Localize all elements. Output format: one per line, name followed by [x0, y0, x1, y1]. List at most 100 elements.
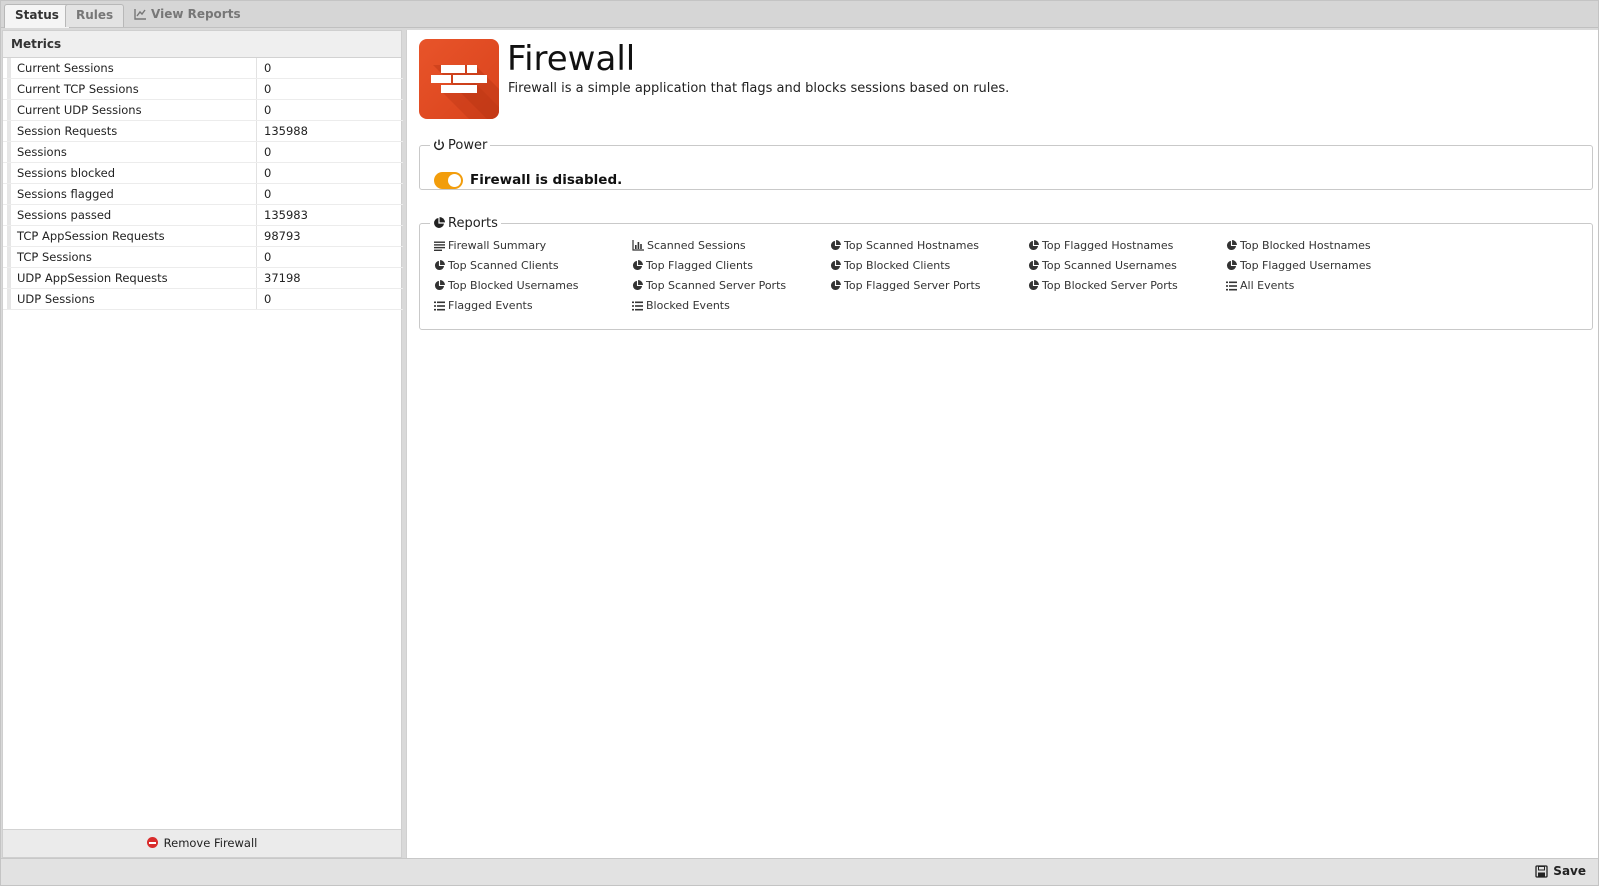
- list-icon: [632, 299, 646, 312]
- report-link[interactable]: Top Blocked Server Ports: [1028, 279, 1178, 292]
- pie-chart-icon: [1028, 279, 1042, 292]
- report-link[interactable]: Top Blocked Usernames: [434, 279, 578, 292]
- report-link-label: Top Flagged Clients: [646, 259, 753, 272]
- report-link[interactable]: Firewall Summary: [434, 239, 546, 252]
- pie-chart-icon: [434, 279, 448, 292]
- remove-firewall-button[interactable]: Remove Firewall: [3, 829, 401, 857]
- pie-chart-icon: [433, 216, 448, 231]
- line-chart-icon: [134, 7, 151, 21]
- report-link[interactable]: Top Scanned Hostnames: [830, 239, 979, 252]
- firewall-brick-icon: [419, 39, 499, 119]
- metric-name: Current UDP Sessions: [7, 100, 257, 120]
- metric-value: 0: [264, 187, 272, 201]
- metrics-row: TCP AppSession Requests 98793: [3, 226, 403, 247]
- report-link[interactable]: Top Flagged Usernames: [1226, 259, 1371, 272]
- remove-firewall-label: Remove Firewall: [163, 836, 258, 850]
- metric-value: 0: [264, 292, 272, 306]
- metric-value: 0: [264, 145, 272, 159]
- bar-chart-icon: [632, 239, 647, 252]
- pie-chart-icon: [1226, 239, 1240, 252]
- metrics-panel: Metrics Current Sessions 0 Current TCP Ses…: [2, 30, 403, 858]
- metric-value: 135983: [264, 208, 308, 222]
- pie-chart-icon: [830, 279, 844, 292]
- metric-value: 98793: [264, 229, 301, 243]
- report-link[interactable]: Top Flagged Server Ports: [830, 279, 981, 292]
- power-status-text: Firewall is disabled.: [470, 172, 623, 188]
- power-toggle[interactable]: [434, 172, 463, 189]
- report-link-label: Flagged Events: [448, 299, 533, 312]
- report-link-label: Top Scanned Hostnames: [844, 239, 979, 252]
- metric-name: Sessions: [7, 142, 257, 162]
- metrics-table: Current Sessions 0 Current TCP Sessions 0 Cu…: [3, 58, 403, 310]
- metrics-row: Current TCP Sessions 0: [3, 79, 403, 100]
- metric-value: 37198: [264, 271, 301, 285]
- report-link-label: Top Flagged Usernames: [1240, 259, 1372, 272]
- remove-icon: [146, 837, 158, 848]
- report-link[interactable]: Scanned Sessions: [632, 239, 746, 252]
- app-window: Status Rules View Reports Metrics Curren…: [0, 0, 1599, 886]
- reports-legend: Reports: [430, 216, 501, 231]
- list-icon: [1226, 279, 1240, 292]
- save-button[interactable]: Save: [1535, 864, 1586, 878]
- metrics-row: Sessions 0: [3, 142, 403, 163]
- report-link[interactable]: Top Flagged Clients: [632, 259, 753, 272]
- toggle-knob: [448, 174, 461, 187]
- metric-name: UDP AppSession Requests: [7, 268, 257, 288]
- report-link[interactable]: Top Flagged Hostnames: [1028, 239, 1173, 252]
- metric-value: 0: [264, 166, 272, 180]
- metrics-row: Current UDP Sessions 0: [3, 100, 403, 121]
- report-link[interactable]: Flagged Events: [434, 299, 533, 312]
- reports-legend-label: Reports: [448, 216, 498, 231]
- metric-value: 0: [264, 250, 272, 264]
- save-icon: [1535, 864, 1553, 878]
- metric-name: TCP Sessions: [7, 247, 257, 267]
- report-link-label: Top Flagged Hostnames: [1042, 239, 1174, 252]
- report-link[interactable]: Top Scanned Clients: [434, 259, 559, 272]
- bottom-toolbar: Save: [1, 858, 1598, 885]
- report-link-label: Scanned Sessions: [647, 239, 746, 252]
- metrics-row: UDP Sessions 0: [3, 289, 403, 310]
- pie-chart-icon: [632, 279, 646, 292]
- report-link-label: Top Scanned Server Ports: [646, 279, 787, 292]
- app-content-panel: Firewall Firewall is a simple applicatio…: [406, 30, 1598, 858]
- report-link-label: Top Blocked Server Ports: [1042, 279, 1178, 292]
- reports-section: Reports Firewall Summary Scanned Sessions…: [419, 216, 1593, 330]
- report-link-label: Top Blocked Hostnames: [1240, 239, 1371, 252]
- pie-chart-icon: [830, 239, 844, 252]
- metric-value: 135988: [264, 124, 308, 138]
- tab-view-reports[interactable]: View Reports: [124, 4, 251, 27]
- report-link-label: Blocked Events: [646, 299, 730, 312]
- pie-chart-icon: [632, 259, 646, 272]
- report-link[interactable]: Top Blocked Hostnames: [1226, 239, 1371, 252]
- report-link-label: Firewall Summary: [448, 239, 547, 252]
- app-description: Firewall is a simple application that fl…: [508, 81, 1010, 96]
- metrics-row: Sessions flagged 0: [3, 184, 403, 205]
- power-section: Power Firewall is disabled.: [419, 138, 1593, 190]
- report-link[interactable]: Top Scanned Server Ports: [632, 279, 786, 292]
- report-link[interactable]: Top Blocked Clients: [830, 259, 950, 272]
- metric-name: Session Requests: [7, 121, 257, 141]
- tab-status-label: Status: [15, 8, 59, 22]
- report-link[interactable]: Top Scanned Usernames: [1028, 259, 1177, 272]
- report-link-label: Top Blocked Clients: [844, 259, 951, 272]
- report-link-label: All Events: [1240, 279, 1295, 292]
- metric-value: 0: [264, 82, 272, 96]
- report-link-label: Top Scanned Clients: [448, 259, 559, 272]
- metric-name: Sessions blocked: [7, 163, 257, 183]
- metric-name: Current Sessions: [7, 58, 257, 78]
- save-label: Save: [1553, 864, 1586, 878]
- pie-chart-icon: [1028, 259, 1042, 272]
- pie-chart-icon: [1226, 259, 1240, 272]
- metric-name: UDP Sessions: [7, 289, 257, 309]
- text-icon: [434, 239, 448, 252]
- power-icon: [433, 138, 448, 153]
- tab-status[interactable]: Status: [4, 4, 70, 28]
- metric-name: Sessions passed: [7, 205, 257, 225]
- tab-rules[interactable]: Rules: [65, 4, 125, 27]
- power-legend: Power: [430, 138, 490, 153]
- report-link-label: Top Flagged Server Ports: [844, 279, 981, 292]
- report-link[interactable]: All Events: [1226, 279, 1294, 292]
- metric-value: 0: [264, 103, 272, 117]
- report-link[interactable]: Blocked Events: [632, 299, 730, 312]
- tab-rules-label: Rules: [76, 8, 114, 22]
